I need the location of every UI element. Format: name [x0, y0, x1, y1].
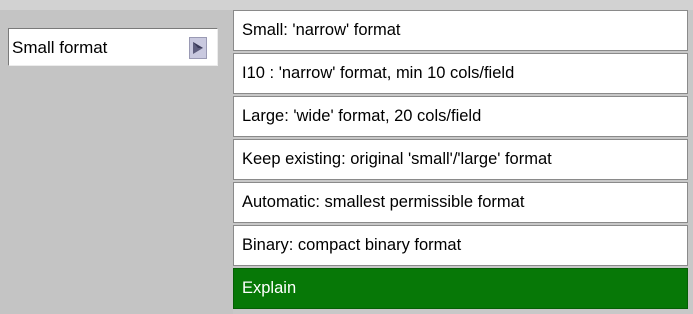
menu-item-keep-existing[interactable]: Keep existing: original 'small'/'large' …: [233, 139, 688, 180]
menu-item-small[interactable]: Small: 'narrow' format: [233, 10, 688, 51]
dropdown-arrow-button[interactable]: [189, 37, 207, 59]
menu-item-binary[interactable]: Binary: compact binary format: [233, 225, 688, 266]
menu-item-explain[interactable]: Explain: [233, 268, 688, 309]
menu-item-automatic[interactable]: Automatic: smallest permissible format: [233, 182, 688, 223]
menu-item-large[interactable]: Large: 'wide' format, 20 cols/field: [233, 96, 688, 137]
top-strip: [0, 0, 693, 10]
menu-item-i10[interactable]: I10 : 'narrow' format, min 10 cols/field: [233, 53, 688, 94]
triangle-right-icon: [193, 42, 203, 54]
format-dropdown-value: Small format: [12, 38, 108, 57]
format-dropdown[interactable]: Small format: [8, 28, 218, 66]
format-menu: Small: 'narrow' format I10 : 'narrow' fo…: [233, 10, 688, 311]
